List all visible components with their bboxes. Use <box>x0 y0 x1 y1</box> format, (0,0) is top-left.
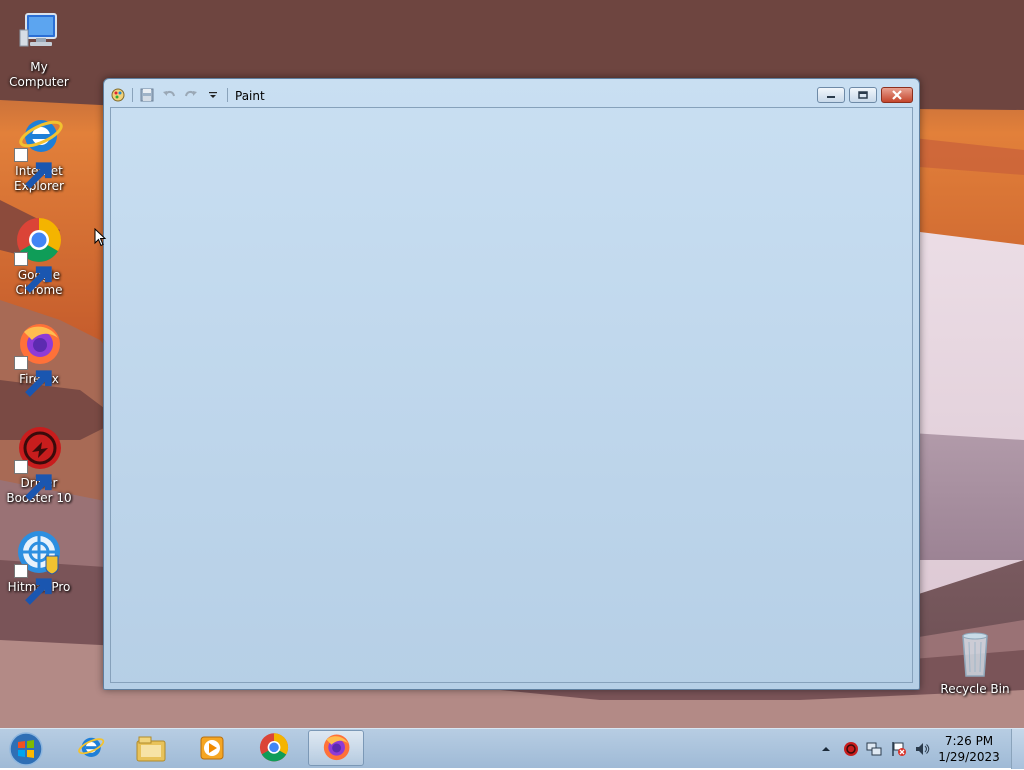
taskbar-media-player[interactable] <box>184 730 240 766</box>
toolbar-separator <box>132 88 133 102</box>
desktop-icon-internet-explorer[interactable]: Internet Explorer <box>0 112 78 194</box>
title-bar[interactable]: Paint <box>104 79 919 109</box>
window-title: Paint <box>235 89 265 103</box>
desktop-icon-recycle-bin[interactable]: Recycle Bin <box>936 630 1014 697</box>
taskbar-file-explorer[interactable] <box>123 730 179 766</box>
recycle-bin-icon <box>950 630 1000 680</box>
minimize-button[interactable] <box>817 87 845 103</box>
clock-time: 7:26 PM <box>944 734 994 748</box>
undo-icon[interactable] <box>161 87 177 103</box>
clock-date: 1/29/2023 <box>938 750 1000 764</box>
mouse-cursor-icon <box>94 227 108 248</box>
internet-explorer-icon <box>78 737 105 757</box>
taskbar-internet-explorer[interactable] <box>62 730 118 766</box>
shortcut-arrow-icon <box>14 252 52 293</box>
close-icon <box>892 90 902 100</box>
start-button[interactable] <box>6 731 46 767</box>
quick-access-toolbar <box>110 87 234 103</box>
chrome-icon <box>259 733 289 762</box>
shortcut-arrow-icon <box>14 148 52 189</box>
desktop-icon-google-chrome[interactable]: Google Chrome <box>0 216 78 298</box>
internet-explorer-icon <box>14 112 64 189</box>
save-icon[interactable] <box>139 87 155 103</box>
action-center-flag-icon[interactable] <box>891 741 907 757</box>
taskbar: 7:26 PM 1/29/2023 <box>0 728 1024 769</box>
desktop-icon-label: Recycle Bin <box>940 682 1010 696</box>
restore-button[interactable] <box>849 87 877 103</box>
shortcut-arrow-icon <box>14 564 52 605</box>
hitmanpro-icon <box>14 528 64 605</box>
taskbar-firefox[interactable] <box>308 730 364 766</box>
firefox-icon <box>14 320 64 397</box>
caption-buttons <box>813 87 913 103</box>
paint-window[interactable]: Paint <box>103 78 920 690</box>
restore-icon <box>858 91 868 99</box>
minimize-icon <box>827 96 835 98</box>
desktop-icon-label: My Computer <box>9 60 69 89</box>
desktop-icon-my-computer[interactable]: My Computer <box>0 8 78 90</box>
desktop-icon-hitmanpro[interactable]: HitmanPro <box>0 528 78 605</box>
taskbar-clock[interactable]: 7:26 PM 1/29/2023 <box>934 733 1004 765</box>
shortcut-arrow-icon <box>14 460 52 501</box>
file-explorer-icon <box>136 736 166 762</box>
toolbar-separator <box>227 88 228 102</box>
taskbar-chrome[interactable] <box>246 730 302 766</box>
paint-canvas-area[interactable] <box>110 107 913 683</box>
media-player-icon <box>200 736 224 760</box>
firefox-icon <box>323 734 350 761</box>
driver-booster-icon <box>14 424 64 501</box>
desktop-icon-driver-booster[interactable]: Driver Booster 10 <box>0 424 78 506</box>
network-icon[interactable] <box>866 741 882 757</box>
start-orb-icon <box>9 732 43 766</box>
close-button[interactable] <box>881 87 913 103</box>
driver-booster-tray-icon[interactable] <box>843 741 859 757</box>
show-hidden-icons-chevron[interactable] <box>818 741 834 757</box>
show-desktop-button[interactable] <box>1011 729 1024 769</box>
redo-icon[interactable] <box>183 87 199 103</box>
customize-dropdown-icon[interactable] <box>205 87 221 103</box>
shortcut-arrow-icon <box>14 356 52 397</box>
volume-icon[interactable] <box>914 741 930 757</box>
computer-icon <box>14 8 64 58</box>
paint-app-icon[interactable] <box>110 87 126 103</box>
chrome-icon <box>14 216 64 293</box>
desktop-icon-firefox[interactable]: Firefox <box>0 320 78 397</box>
